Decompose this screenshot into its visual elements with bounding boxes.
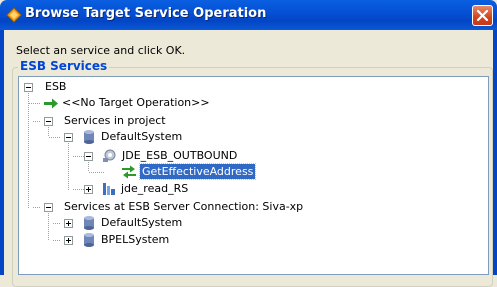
tree-node-jde-esb-outbound[interactable]: JDE_ESB_OUTBOUND: [19, 148, 479, 164]
tree-node-services-in-project[interactable]: Services in project: [19, 113, 479, 129]
services-tree[interactable]: ESB <<No Target Operation>> Services in …: [18, 76, 489, 275]
collapse-toggle[interactable]: [84, 152, 93, 161]
close-icon: [476, 9, 489, 22]
tree-node-get-effective-address[interactable]: GetEffectiveAddress: [19, 163, 479, 180]
tree-node-label: Services at ESB Server Connection: Siva-…: [64, 200, 304, 213]
tree-node-label: jde_read_RS: [121, 182, 189, 195]
collapse-toggle[interactable]: [44, 117, 53, 126]
tree-node-label: DefaultSystem: [101, 130, 183, 143]
collapse-toggle[interactable]: [44, 203, 53, 212]
tree-node-server-connection[interactable]: Services at ESB Server Connection: Siva-…: [19, 199, 479, 215]
tree-node-server-default-system[interactable]: DefaultSystem: [19, 215, 479, 231]
tree-node-label: GetEffectiveAddress: [138, 163, 257, 180]
group-title: ESB Services: [18, 59, 110, 73]
title-bar[interactable]: Browse Target Service Operation: [0, 0, 497, 30]
expand-toggle[interactable]: [84, 185, 93, 194]
tree-node-no-target-operation[interactable]: <<No Target Operation>>: [19, 95, 479, 111]
tree-node-label: BPELSystem: [101, 233, 170, 246]
tree-node-bpel-system[interactable]: BPELSystem: [19, 232, 479, 248]
tree-node-label: DefaultSystem: [101, 216, 183, 229]
service-gear-icon: [101, 148, 117, 164]
adapter-icon: [101, 181, 117, 197]
collapse-toggle[interactable]: [64, 133, 73, 142]
database-icon: [81, 215, 97, 231]
collapse-toggle[interactable]: [24, 83, 33, 92]
tree-node-label: JDE_ESB_OUTBOUND: [122, 149, 238, 162]
tree-node-esb[interactable]: ESB: [19, 79, 479, 95]
tree-node-default-system[interactable]: DefaultSystem: [19, 129, 479, 145]
tree-node-label: ESB: [45, 80, 67, 93]
operation-arrows-icon: [121, 164, 137, 180]
green-arrow-icon: [43, 95, 59, 111]
expand-toggle[interactable]: [64, 236, 73, 245]
database-icon: [81, 129, 97, 145]
instruction-text: Select an service and click OK.: [16, 44, 186, 57]
window-title: Browse Target Service Operation: [25, 6, 267, 21]
tree-node-jde-read-rs[interactable]: jde_read_RS: [19, 181, 479, 197]
tree-node-label: Services in project: [64, 114, 166, 127]
window-frame-right: [493, 30, 497, 275]
tree-node-label: <<No Target Operation>>: [62, 96, 210, 109]
close-button[interactable]: [472, 5, 493, 26]
database-icon: [81, 232, 97, 248]
expand-toggle[interactable]: [64, 219, 73, 228]
window-frame-left: [0, 30, 4, 275]
jdeveloper-icon: [6, 7, 22, 23]
